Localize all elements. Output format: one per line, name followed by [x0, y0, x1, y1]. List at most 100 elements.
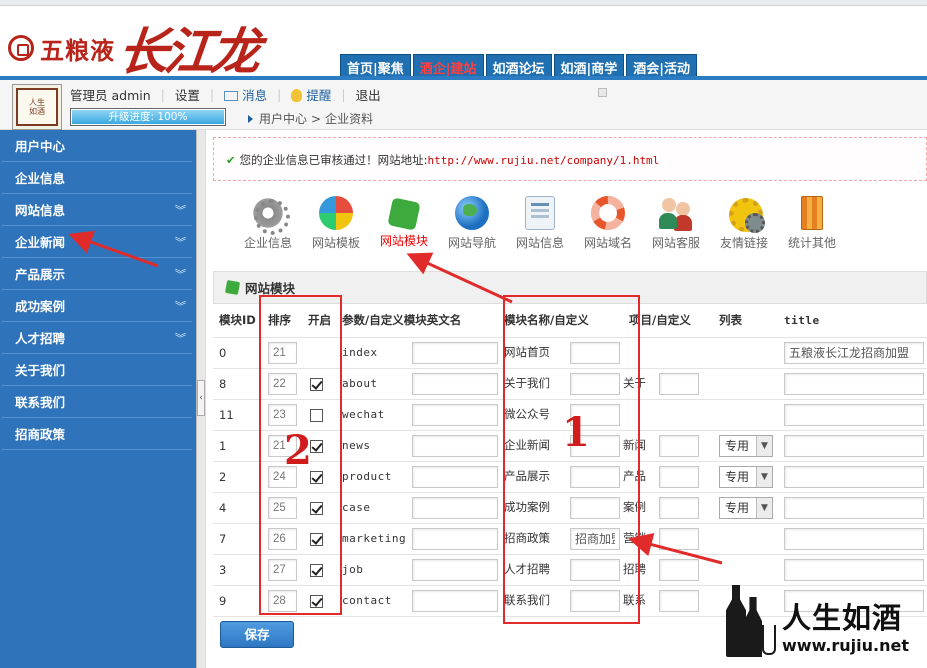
title-input[interactable] [784, 465, 924, 488]
sidebar-item[interactable]: 成功案例 ︾ [2, 290, 192, 322]
enabled-checkbox[interactable] [310, 563, 323, 577]
site-url-link[interactable]: http://www.rujiu.net/company/1.html [428, 154, 660, 167]
annotation-label-1: 1 [562, 409, 590, 456]
order-input[interactable] [268, 589, 297, 612]
chevron-down-icon[interactable]: ▼ [756, 497, 772, 518]
save-button[interactable]: 保存 [220, 621, 294, 648]
sidebar-item[interactable]: 产品展示 ︾ [2, 258, 192, 290]
name-custom-input[interactable] [570, 496, 620, 519]
sidebar-item[interactable]: 关于我们 [2, 354, 192, 386]
enabled-checkbox[interactable] [310, 501, 323, 515]
messages-link[interactable]: 消息 [242, 85, 267, 104]
name-custom-input[interactable] [570, 558, 620, 581]
enabled-checkbox[interactable] [310, 377, 323, 391]
project-name: 联系 [623, 593, 646, 607]
project-cell: 联系 [623, 585, 713, 617]
toolbar-item-label: 统计其他 [787, 236, 836, 250]
table-row: 4 case 成功案例 案例 专用 ▼ [213, 492, 927, 524]
order-input[interactable] [268, 558, 297, 581]
toolbar-item[interactable]: 企业信息 [234, 196, 302, 251]
avatar[interactable]: 人生 如酒 [12, 84, 62, 130]
project-name: 产品 [623, 469, 646, 483]
enabled-checkbox[interactable] [310, 439, 323, 453]
param-cell: product [336, 461, 498, 493]
sidebar-item[interactable]: 用户中心 [2, 130, 192, 162]
param-custom-input[interactable] [412, 589, 498, 612]
sidebar-item[interactable]: 人才招聘 ︾ [2, 322, 192, 354]
title-input[interactable] [784, 434, 924, 457]
toolbar-item[interactable]: 网站模块 [370, 196, 438, 251]
title-input[interactable] [784, 372, 924, 395]
chevron-down-icon[interactable]: ︾ [175, 226, 186, 260]
order-input[interactable] [268, 372, 297, 395]
enabled-checkbox[interactable] [310, 408, 323, 422]
collapse-arrow-icon[interactable]: ‹ [197, 380, 205, 416]
order-input[interactable] [268, 341, 297, 364]
glass-icon [762, 625, 776, 655]
name-custom-input[interactable] [570, 527, 620, 550]
sidebar-collapse-bar[interactable]: ‹ [196, 130, 206, 668]
project-custom-input[interactable] [659, 527, 699, 550]
title-input[interactable] [784, 341, 924, 364]
order-input[interactable] [268, 403, 297, 426]
param-custom-input[interactable] [412, 434, 498, 457]
list-select[interactable]: 专用 ▼ [719, 434, 773, 457]
project-custom-input[interactable] [659, 558, 699, 581]
chevron-down-icon[interactable]: ︾ [175, 322, 186, 356]
breadcrumb-item[interactable]: 用户中心 [259, 110, 307, 127]
sidebar-item[interactable]: 网站信息 ︾ [2, 194, 192, 226]
sidebar-item-label: 人才招聘 [15, 331, 66, 346]
project-custom-input[interactable] [659, 496, 699, 519]
toolbar-item[interactable]: 网站域名 [574, 196, 642, 251]
project-custom-input[interactable] [659, 589, 699, 612]
brand-logo[interactable]: 五粮液 长江龙 [8, 20, 260, 81]
chevron-down-icon[interactable]: ︾ [175, 194, 186, 228]
chevron-down-icon[interactable]: ︾ [175, 290, 186, 324]
param-custom-input[interactable] [412, 372, 498, 395]
name-custom-input[interactable] [570, 341, 620, 364]
enabled-checkbox[interactable] [310, 532, 323, 546]
enabled-checkbox[interactable] [310, 470, 323, 484]
toolbar-item[interactable]: 友情链接 [710, 196, 778, 251]
toolbar-item[interactable]: 网站客服 [642, 196, 710, 251]
list-select[interactable]: 专用 ▼ [719, 496, 773, 519]
sidebar-item[interactable]: 企业新闻 ︾ [2, 226, 192, 258]
title-input[interactable] [784, 403, 924, 426]
chevron-down-icon[interactable]: ▼ [756, 435, 772, 456]
restore-icon[interactable] [598, 88, 607, 97]
settings-link[interactable]: 设置 [175, 85, 200, 104]
param-custom-input[interactable] [412, 527, 498, 550]
breadcrumb: 用户中心 > 企业资料 [248, 88, 607, 127]
title-input[interactable] [784, 496, 924, 519]
chevron-down-icon[interactable]: ︾ [175, 258, 186, 292]
name-custom-input[interactable] [570, 372, 620, 395]
project-custom-input[interactable] [659, 434, 699, 457]
list-select[interactable]: 专用 ▼ [719, 465, 773, 488]
param-custom-input[interactable] [412, 341, 498, 364]
order-input[interactable] [268, 496, 297, 519]
name-custom-input[interactable] [570, 589, 620, 612]
enabled-checkbox[interactable] [310, 594, 323, 608]
toolbar-item[interactable]: 统计其他 [778, 196, 846, 251]
chevron-down-icon[interactable]: ▼ [756, 466, 772, 487]
toolbar-item[interactable]: 网站信息 [506, 196, 574, 251]
param-custom-input[interactable] [412, 496, 498, 519]
project-custom-input[interactable] [659, 372, 699, 395]
param-custom-input[interactable] [412, 558, 498, 581]
toolbar-item[interactable]: 网站模板 [302, 196, 370, 251]
param-custom-input[interactable] [412, 465, 498, 488]
title-input[interactable] [784, 558, 924, 581]
alerts-link[interactable]: 提醒 [306, 85, 331, 104]
sidebar-item[interactable]: 企业信息 [2, 162, 192, 194]
toolbar-item[interactable]: 网站导航 [438, 196, 506, 251]
sidebar-item[interactable]: 招商政策 [2, 418, 192, 450]
sidebar-item[interactable]: 联系我们 [2, 386, 192, 418]
title-cell [778, 399, 927, 431]
logout-link[interactable]: 退出 [356, 85, 381, 104]
name-custom-input[interactable] [570, 465, 620, 488]
order-input[interactable] [268, 527, 297, 550]
project-custom-input[interactable] [659, 465, 699, 488]
title-input[interactable] [784, 527, 924, 550]
param-custom-input[interactable] [412, 403, 498, 426]
list-cell [713, 399, 778, 431]
